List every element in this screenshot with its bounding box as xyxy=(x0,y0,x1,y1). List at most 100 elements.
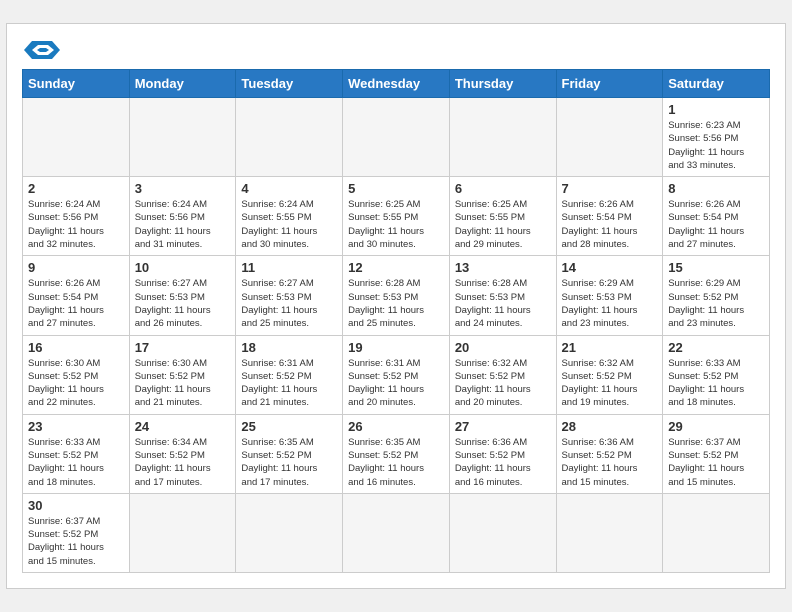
day-info: Sunrise: 6:26 AM Sunset: 5:54 PM Dayligh… xyxy=(562,198,658,251)
day-headers-row: SundayMondayTuesdayWednesdayThursdayFrid… xyxy=(23,69,770,97)
day-info: Sunrise: 6:37 AM Sunset: 5:52 PM Dayligh… xyxy=(668,436,764,489)
day-number: 6 xyxy=(455,181,551,196)
calendar-cell: 9 Sunrise: 6:26 AM Sunset: 5:54 PM Daylig… xyxy=(23,256,130,335)
calendar-cell xyxy=(449,97,556,176)
day-header-wednesday: Wednesday xyxy=(343,69,450,97)
day-info: Sunrise: 6:24 AM Sunset: 5:56 PM Dayligh… xyxy=(135,198,231,251)
day-number: 14 xyxy=(562,260,658,275)
calendar-cell: 13 Sunrise: 6:28 AM Sunset: 5:53 PM Dayli… xyxy=(449,256,556,335)
calendar-cell: 25Sunrise: 6:35 AM Sunset: 5:52 PM Dayli… xyxy=(236,414,343,493)
day-number: 24 xyxy=(135,419,231,434)
calendar-cell: 15 Sunrise: 6:29 AM Sunset: 5:52 PM Dayli… xyxy=(663,256,770,335)
day-info: Sunrise: 6:26 AM Sunset: 5:54 PM Dayligh… xyxy=(28,277,124,330)
day-info: Sunrise: 6:27 AM Sunset: 5:53 PM Dayligh… xyxy=(241,277,337,330)
day-header-saturday: Saturday xyxy=(663,69,770,97)
day-info: Sunrise: 6:24 AM Sunset: 5:56 PM Dayligh… xyxy=(28,198,124,251)
calendar-cell: 1 Sunrise: 6:23 AM Sunset: 5:56 PM Daylig… xyxy=(663,97,770,176)
week-row-0: 1 Sunrise: 6:23 AM Sunset: 5:56 PM Daylig… xyxy=(23,97,770,176)
calendar-cell: 23 Sunrise: 6:33 AM Sunset: 5:52 PM Dayli… xyxy=(23,414,130,493)
day-info: Sunrise: 6:36 AM Sunset: 5:52 PM Dayligh… xyxy=(455,436,551,489)
calendar-cell xyxy=(236,493,343,572)
calendar-cell: 27 Sunrise: 6:36 AM Sunset: 5:52 PM Dayli… xyxy=(449,414,556,493)
calendar-cell xyxy=(556,493,663,572)
calendar-cell: 7 Sunrise: 6:26 AM Sunset: 5:54 PM Daylig… xyxy=(556,177,663,256)
day-number: 26 xyxy=(348,419,444,434)
calendar-cell: 3 Sunrise: 6:24 AM Sunset: 5:56 PM Daylig… xyxy=(129,177,236,256)
day-info: Sunrise: 6:29 AM Sunset: 5:53 PM Dayligh… xyxy=(562,277,658,330)
calendar-cell: 21Sunrise: 6:32 AM Sunset: 5:52 PM Dayli… xyxy=(556,335,663,414)
week-row-5: 30 Sunrise: 6:37 AM Sunset: 5:52 PM Dayli… xyxy=(23,493,770,572)
calendar-cell xyxy=(23,97,130,176)
day-info: Sunrise: 6:37 AM Sunset: 5:52 PM Dayligh… xyxy=(28,515,124,568)
day-header-monday: Monday xyxy=(129,69,236,97)
day-info: Sunrise: 6:30 AM Sunset: 5:52 PM Dayligh… xyxy=(135,357,231,410)
day-number: 19 xyxy=(348,340,444,355)
day-number: 8 xyxy=(668,181,764,196)
day-info: Sunrise: 6:23 AM Sunset: 5:56 PM Dayligh… xyxy=(668,119,764,172)
calendar-cell: 4Sunrise: 6:24 AM Sunset: 5:55 PM Daylig… xyxy=(236,177,343,256)
day-number: 12 xyxy=(348,260,444,275)
logo-icon xyxy=(24,39,60,61)
day-number: 18 xyxy=(241,340,337,355)
calendar-cell xyxy=(449,493,556,572)
day-number: 13 xyxy=(455,260,551,275)
day-info: Sunrise: 6:31 AM Sunset: 5:52 PM Dayligh… xyxy=(241,357,337,410)
calendar-cell: 10Sunrise: 6:27 AM Sunset: 5:53 PM Dayli… xyxy=(129,256,236,335)
calendar-cell: 14 Sunrise: 6:29 AM Sunset: 5:53 PM Dayli… xyxy=(556,256,663,335)
day-info: Sunrise: 6:25 AM Sunset: 5:55 PM Dayligh… xyxy=(348,198,444,251)
calendar-cell xyxy=(343,97,450,176)
day-number: 21 xyxy=(562,340,658,355)
day-number: 30 xyxy=(28,498,124,513)
day-number: 1 xyxy=(668,102,764,117)
day-header-tuesday: Tuesday xyxy=(236,69,343,97)
day-number: 7 xyxy=(562,181,658,196)
calendar-cell: 22 Sunrise: 6:33 AM Sunset: 5:52 PM Dayli… xyxy=(663,335,770,414)
day-number: 27 xyxy=(455,419,551,434)
calendar-cell: 2Sunrise: 6:24 AM Sunset: 5:56 PM Daylig… xyxy=(23,177,130,256)
calendar-cell xyxy=(556,97,663,176)
day-info: Sunrise: 6:33 AM Sunset: 5:52 PM Dayligh… xyxy=(668,357,764,410)
calendar-cell: 11 Sunrise: 6:27 AM Sunset: 5:53 PM Dayli… xyxy=(236,256,343,335)
day-number: 5 xyxy=(348,181,444,196)
day-info: Sunrise: 6:30 AM Sunset: 5:52 PM Dayligh… xyxy=(28,357,124,410)
header-section xyxy=(22,34,770,61)
day-number: 29 xyxy=(668,419,764,434)
calendar-cell xyxy=(129,493,236,572)
day-number: 3 xyxy=(135,181,231,196)
day-number: 10 xyxy=(135,260,231,275)
calendar-cell: 20Sunrise: 6:32 AM Sunset: 5:52 PM Dayli… xyxy=(449,335,556,414)
day-header-friday: Friday xyxy=(556,69,663,97)
week-row-3: 16 Sunrise: 6:30 AM Sunset: 5:52 PM Dayli… xyxy=(23,335,770,414)
week-row-2: 9 Sunrise: 6:26 AM Sunset: 5:54 PM Daylig… xyxy=(23,256,770,335)
day-number: 28 xyxy=(562,419,658,434)
day-info: Sunrise: 6:31 AM Sunset: 5:52 PM Dayligh… xyxy=(348,357,444,410)
day-info: Sunrise: 6:28 AM Sunset: 5:53 PM Dayligh… xyxy=(455,277,551,330)
day-number: 25 xyxy=(241,419,337,434)
day-info: Sunrise: 6:34 AM Sunset: 5:52 PM Dayligh… xyxy=(135,436,231,489)
day-number: 15 xyxy=(668,260,764,275)
calendar-cell xyxy=(129,97,236,176)
day-number: 16 xyxy=(28,340,124,355)
day-info: Sunrise: 6:32 AM Sunset: 5:52 PM Dayligh… xyxy=(455,357,551,410)
calendar-cell: 12 Sunrise: 6:28 AM Sunset: 5:53 PM Dayli… xyxy=(343,256,450,335)
day-info: Sunrise: 6:25 AM Sunset: 5:55 PM Dayligh… xyxy=(455,198,551,251)
calendar-cell xyxy=(343,493,450,572)
calendar-grid: SundayMondayTuesdayWednesdayThursdayFrid… xyxy=(22,69,770,573)
day-number: 9 xyxy=(28,260,124,275)
logo-area xyxy=(22,34,60,61)
day-number: 11 xyxy=(241,260,337,275)
calendar-cell: 16 Sunrise: 6:30 AM Sunset: 5:52 PM Dayli… xyxy=(23,335,130,414)
day-header-thursday: Thursday xyxy=(449,69,556,97)
calendar-cell: 19 Sunrise: 6:31 AM Sunset: 5:52 PM Dayli… xyxy=(343,335,450,414)
calendar-cell: 24 Sunrise: 6:34 AM Sunset: 5:52 PM Dayli… xyxy=(129,414,236,493)
day-number: 22 xyxy=(668,340,764,355)
day-info: Sunrise: 6:28 AM Sunset: 5:53 PM Dayligh… xyxy=(348,277,444,330)
calendar-cell: 8Sunrise: 6:26 AM Sunset: 5:54 PM Daylig… xyxy=(663,177,770,256)
calendar-cell: 26 Sunrise: 6:35 AM Sunset: 5:52 PM Dayli… xyxy=(343,414,450,493)
week-row-4: 23 Sunrise: 6:33 AM Sunset: 5:52 PM Dayli… xyxy=(23,414,770,493)
day-info: Sunrise: 6:29 AM Sunset: 5:52 PM Dayligh… xyxy=(668,277,764,330)
day-info: Sunrise: 6:33 AM Sunset: 5:52 PM Dayligh… xyxy=(28,436,124,489)
calendar-cell: 28Sunrise: 6:36 AM Sunset: 5:52 PM Dayli… xyxy=(556,414,663,493)
day-number: 23 xyxy=(28,419,124,434)
day-info: Sunrise: 6:35 AM Sunset: 5:52 PM Dayligh… xyxy=(348,436,444,489)
